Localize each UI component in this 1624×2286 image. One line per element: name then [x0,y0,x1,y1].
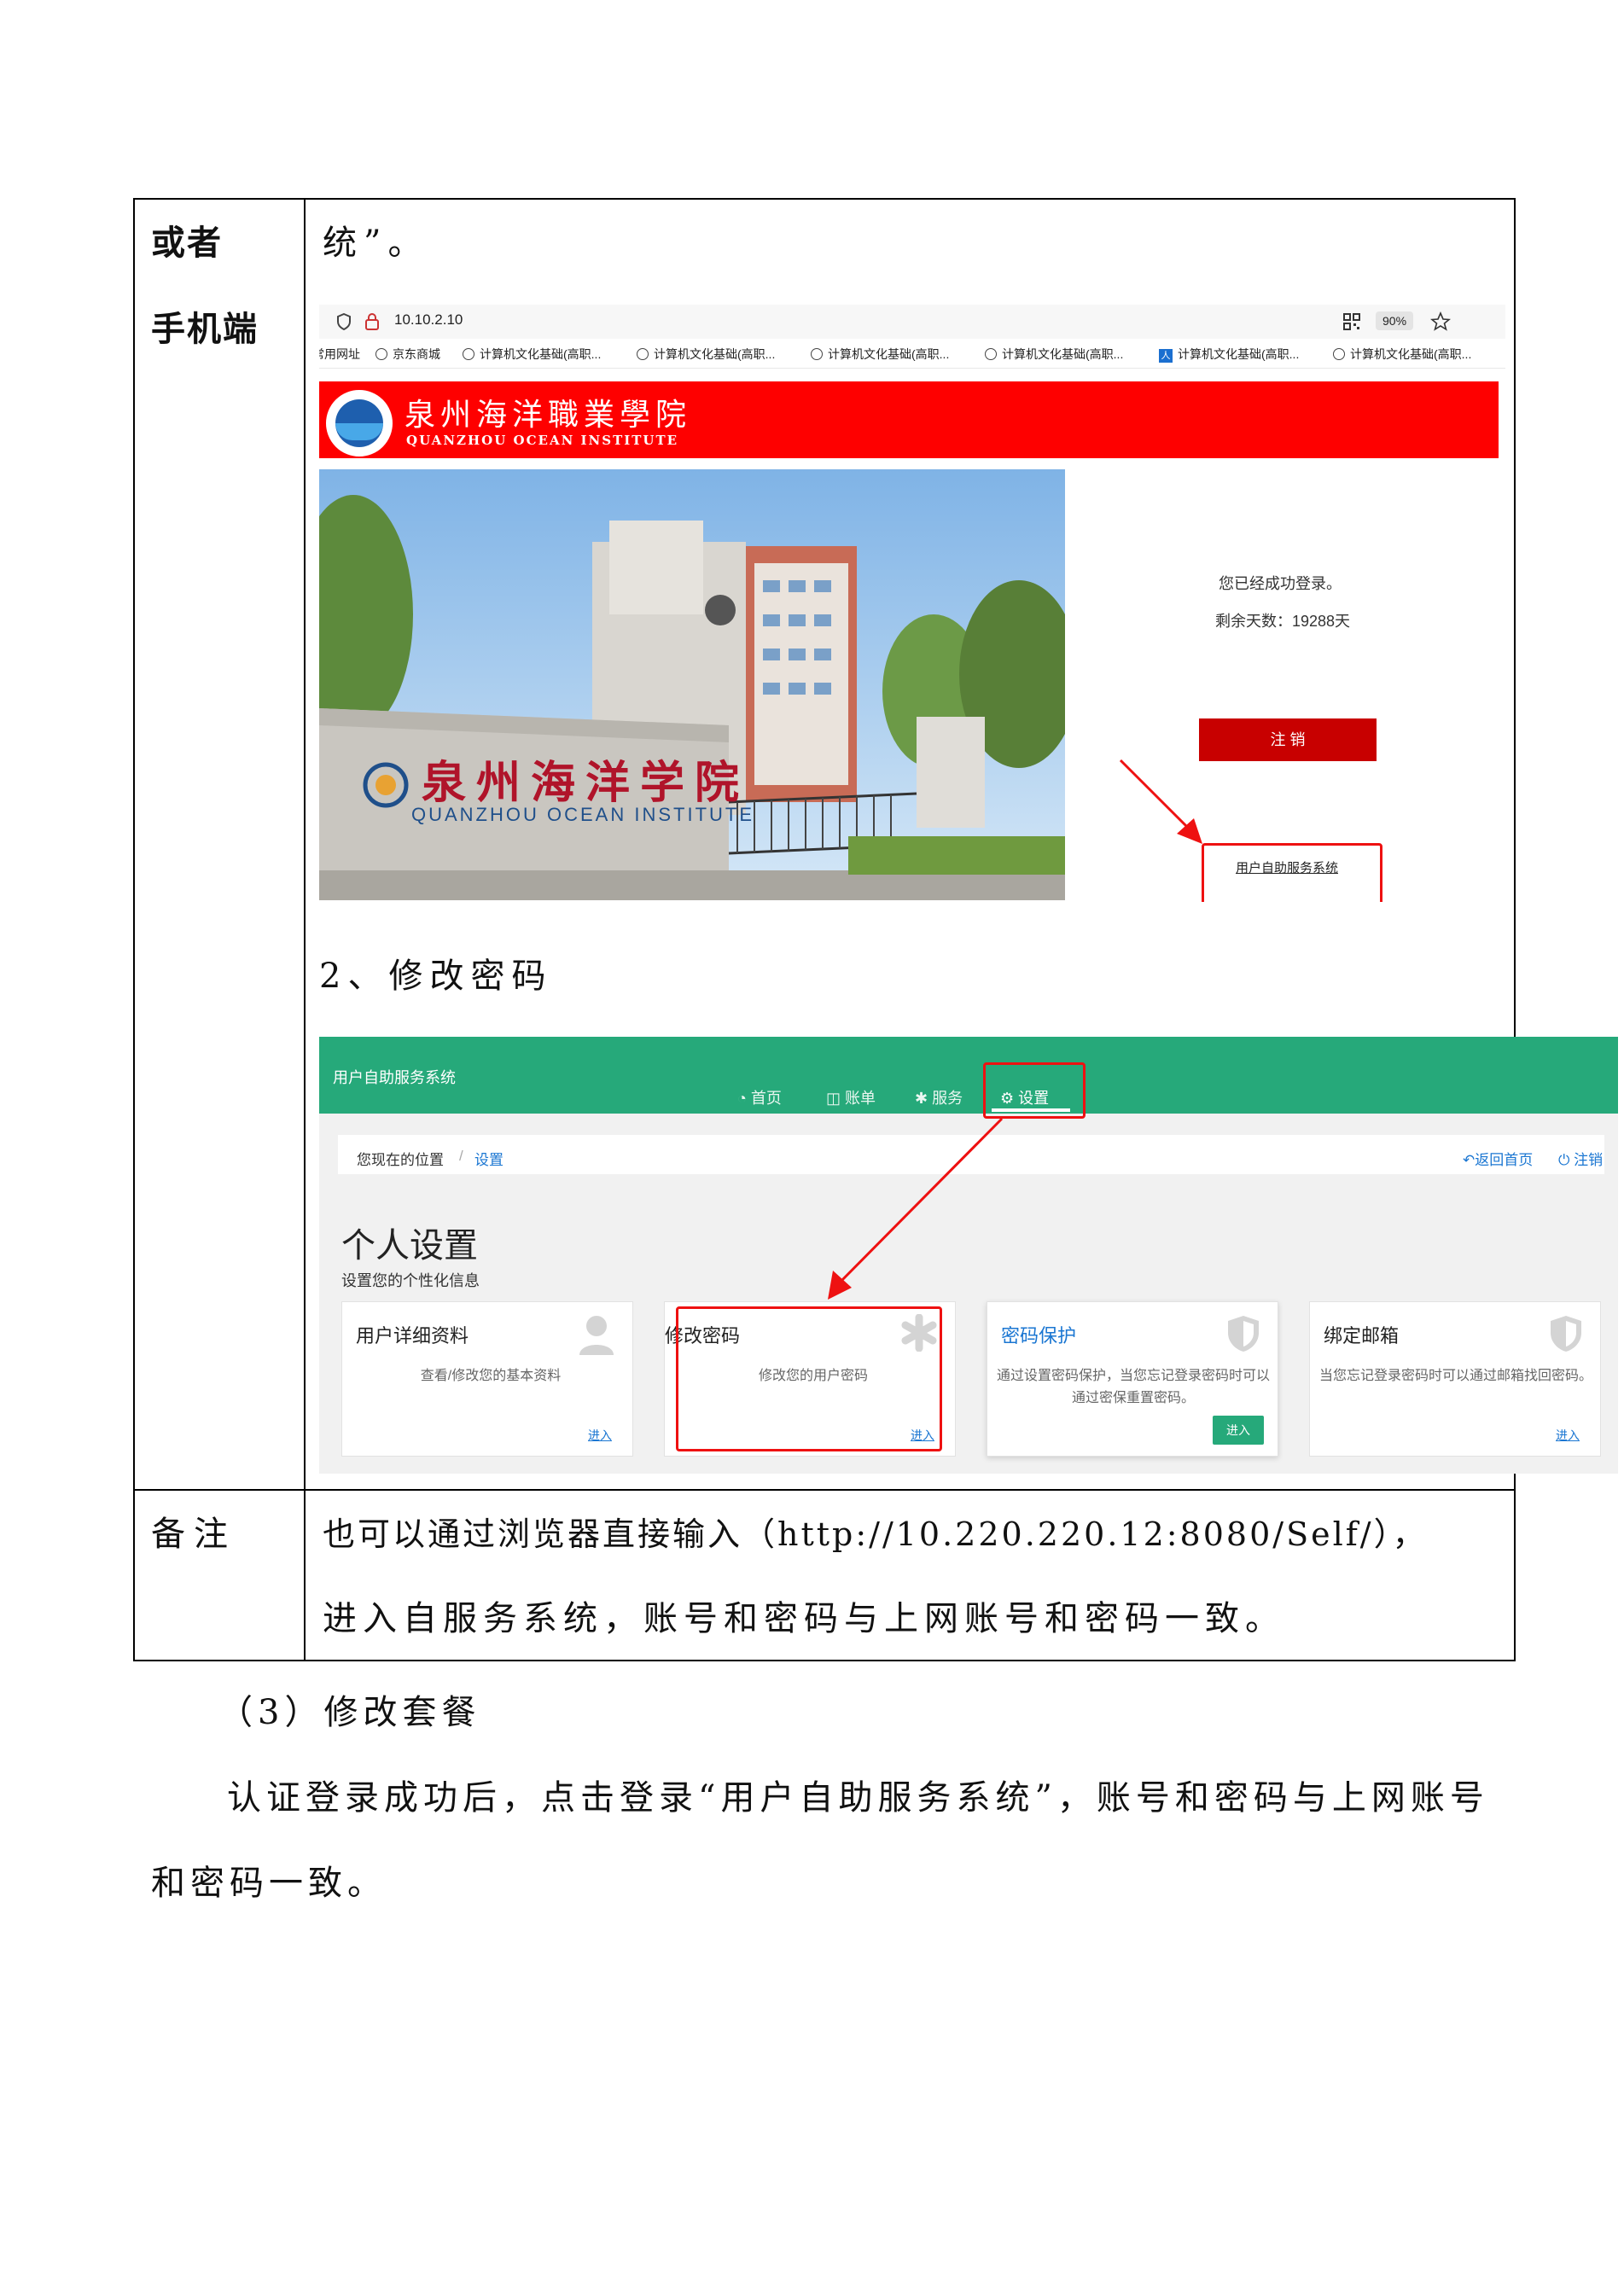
page-title: 个人设置 [341,1227,478,1265]
portal-screenshot: 10.10.2.10 90% 常用网址 京东商城 计算机文化基础(高职... 计… [319,305,1505,902]
shield-icon [1228,1316,1259,1352]
card-user-profile: 用户详细资料 查看/修改您的基本资料 进入 [341,1301,633,1457]
puzzle-icon: ✱ [915,1090,933,1107]
campus-gate-illustration [319,469,1065,900]
days-remaining-text: 剩余天数：19288天 [1215,613,1351,630]
arrow-icon [1119,759,1202,844]
bookmark-item[interactable]: 计算机文化基础(高职... [985,346,1123,363]
bookmark-item[interactable]: 京东商城 [375,346,440,363]
gate-name-cn: 泉州海洋学院 [422,757,750,809]
row1-label-line1: 或者 [151,223,223,263]
zoom-badge[interactable]: 90% [1376,311,1414,330]
globe-icon [375,348,387,360]
globe-icon [637,348,649,360]
login-success-text: 您已经成功登录。 [1219,575,1342,592]
logout-button[interactable]: 注 销 [1199,718,1377,761]
school-name-cn: 泉州海洋職業學院 [405,398,692,433]
reply-icon: ↶ [1463,1152,1476,1168]
address-bar: 10.10.2.10 90% [319,305,1505,339]
user-icon [579,1316,614,1355]
row1-label-line2: 手机端 [151,309,259,349]
change-password-highlight-box [676,1306,942,1451]
system-title: 用户自助服务系统 [333,1069,456,1086]
card-enter-link[interactable]: 进入 [588,1427,612,1444]
paragraph-line2: 和密码一致。 [151,1864,387,1903]
lock-warning-icon [365,313,379,330]
breadcrumb-current[interactable]: 设置 [474,1148,503,1169]
url-text[interactable]: 10.10.2.10 [394,311,463,329]
bill-icon: ◫ [826,1090,846,1107]
return-home-link[interactable]: ↶返回首页 [1463,1148,1533,1169]
bookmark-item[interactable]: 计算机文化基础(高职... [1333,346,1471,363]
card-description: 当您忘记登录密码时可以通过邮箱找回密码。 [1318,1369,1592,1383]
table-column-divider [304,198,306,1661]
shield-icon [1551,1316,1581,1352]
card-description: 查看/修改您的基本资料 [420,1369,562,1383]
self-service-screenshot: 用户自助服务系统 ◔ 首页 ◫ 账单 ✱ 服务 ⚙ 设置 您现在的位置 / 设置… [319,1037,1618,1474]
bookmark-item[interactable]: 常用网址 [319,346,360,363]
nav-bill[interactable]: ◫ 账单 [826,1086,876,1108]
card-description: 通过设置密码保护，当您忘记登录密码时可以通过密保重置密码。 [996,1369,1270,1405]
section-3-title: （3）修改套餐 [218,1693,481,1732]
qr-code-icon[interactable] [1343,313,1360,330]
school-logo-icon [326,390,393,457]
paragraph-line1: 认证登录成功后，点击登录“用户自助服务系统”，账号和密码与上网账号 [227,1778,1489,1818]
breadcrumb-separator: / [459,1148,463,1164]
row1-text: 统”。 [323,224,429,263]
nav-service[interactable]: ✱ 服务 [915,1086,963,1108]
bookmark-item[interactable]: 计算机文化基础(高职... [637,346,775,363]
globe-icon [463,348,474,360]
step2-title: 2、修改密码 [319,957,553,996]
table-row-divider [133,1489,1516,1491]
table-border-left [133,198,135,1661]
bookmark-item[interactable]: 人计算机文化基础(高职... [1159,346,1299,363]
nav-home[interactable]: ◔ 首页 [737,1086,782,1108]
globe-icon [985,348,997,360]
card-title: 用户详细资料 [356,1325,469,1347]
page-subtitle: 设置您的个性化信息 [341,1272,480,1289]
card-bind-email: 绑定邮箱 当您忘记登录密码时可以通过邮箱找回密码。 进入 [1309,1301,1601,1457]
bookmarks-bar: 常用网址 京东商城 计算机文化基础(高职... 计算机文化基础(高职... 计算… [319,339,1505,369]
table-border-bottom [133,1660,1516,1661]
people-logo-icon: 人 [1159,349,1173,363]
globe-icon [1333,348,1345,360]
shield-icon [337,313,351,330]
header-logout-link[interactable]: ⏻ 注销 [1558,1148,1603,1169]
breadcrumb-prefix: 您现在的位置 [357,1152,444,1168]
card-title: 密码保护 [1001,1325,1077,1347]
dashboard-icon: ◔ [737,1090,751,1107]
bookmark-item[interactable]: 计算机文化基础(高职... [463,346,601,363]
self-service-highlight-box [1202,843,1382,902]
star-icon[interactable] [1430,311,1451,332]
portal-header: 泉州海洋職業學院 QUANZHOU OCEAN INSTITUTE [319,381,1499,458]
arrow-icon [828,1117,1004,1300]
card-title: 绑定邮箱 [1324,1325,1400,1347]
globe-icon [811,348,823,360]
card-enter-button[interactable]: 进入 [1213,1416,1264,1445]
power-icon: ⏻ [1558,1152,1575,1168]
school-name-en: QUANZHOU OCEAN INSTITUTE [406,433,679,448]
gate-name-en: QUANZHOU OCEAN INSTITUTE [411,804,755,825]
table-border-top [133,198,1516,200]
self-service-header: 用户自助服务系统 ◔ 首页 ◫ 账单 ✱ 服务 ⚙ 设置 [319,1037,1618,1114]
campus-gate-photo: 泉州海洋学院 QUANZHOU OCEAN INSTITUTE [319,469,1065,900]
row2-line1: 也可以通过浏览器直接输入（http://10.220.220.12:8080/S… [323,1515,1428,1553]
card-password-protection: 密码保护 通过设置密码保护，当您忘记登录密码时可以通过密保重置密码。 进入 [987,1301,1278,1457]
row2-line2: 进入自服务系统，账号和密码与上网账号和密码一致。 [323,1599,1285,1638]
settings-highlight-box [983,1062,1086,1119]
bookmark-item[interactable]: 计算机文化基础(高职... [811,346,949,363]
row2-label: 备注 [151,1515,236,1554]
card-enter-link[interactable]: 进入 [1556,1427,1580,1444]
